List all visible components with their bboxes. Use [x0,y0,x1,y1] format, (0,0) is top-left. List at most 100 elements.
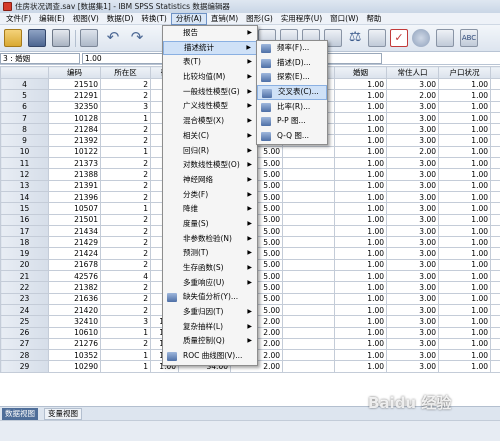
analyze-menu-item[interactable]: 生存函数(S) ▶ [163,261,257,276]
table-cell[interactable] [490,111,500,125]
table-cell[interactable] [490,134,500,147]
table-cell[interactable]: 1.00 [438,111,491,125]
table-cell[interactable]: 3.00 [386,303,439,317]
analyze-menu-item[interactable]: 描述统计 ▶ [163,40,257,56]
table-cell[interactable]: 2 [100,337,151,351]
table-cell[interactable]: 1.00 [438,270,491,283]
row-number[interactable]: 7 [0,111,49,125]
table-cell[interactable]: 10610 [48,326,101,339]
table-cell[interactable]: 1.00 [334,224,387,238]
show-all-variables-icon[interactable] [436,29,454,47]
table-cell[interactable]: 2 [100,292,151,305]
analyze-menu-item[interactable]: 一般线性模型(G) ▶ [163,85,257,100]
table-cell[interactable]: 1.00 [334,292,387,305]
table-cell[interactable]: 1 [100,111,151,125]
analyze-menu-item[interactable]: 报告 ▶ [163,26,257,41]
table-cell[interactable] [490,123,500,136]
table-cell[interactable]: 1.00 [334,134,387,147]
table-cell[interactable]: 3.00 [386,236,439,249]
value-labels-icon[interactable]: ✓ [390,29,408,47]
tab-data-view[interactable]: 数据视图 [2,408,38,420]
analyze-menu-item[interactable]: 度量(S) ▶ [163,217,257,232]
row-number[interactable]: 18 [0,236,49,249]
table-cell[interactable]: 1 [100,360,151,373]
analyze-menu-item[interactable]: 相关(C) ▶ [163,129,257,144]
tab-variable-view[interactable]: 变量视图 [44,408,82,420]
table-cell[interactable]: 21276 [48,337,101,351]
table-cell[interactable]: 1.00 [438,236,491,249]
table-cell[interactable]: 10128 [48,111,101,125]
row-number[interactable]: 8 [0,123,49,136]
analyze-menu-item[interactable]: 对数线性模型(O) ▶ [163,158,257,173]
table-cell[interactable]: 1.00 [334,315,387,328]
table-cell[interactable]: 1.00 [438,281,491,294]
table-cell[interactable]: 1.00 [334,168,387,181]
table-cell[interactable] [282,337,335,351]
table-cell[interactable]: 21424 [48,247,101,260]
table-cell[interactable]: 21396 [48,190,101,204]
table-cell[interactable]: 1 [100,349,151,362]
table-cell[interactable] [282,303,335,317]
table-cell[interactable]: 21434 [48,224,101,238]
table-cell[interactable] [490,270,500,283]
table-cell[interactable]: 1.00 [334,190,387,204]
table-cell[interactable] [490,292,500,305]
menu-help[interactable]: 帮助 [362,13,385,25]
table-cell[interactable]: 1.00 [334,123,387,136]
table-cell[interactable]: 21678 [48,258,101,272]
table-cell[interactable]: 1.00 [438,202,491,215]
analyze-menu-item[interactable]: 复杂抽样(L) ▶ [163,320,257,335]
table-cell[interactable] [490,236,500,249]
table-cell[interactable] [490,281,500,294]
table-cell[interactable]: 3.00 [386,157,439,170]
table-cell[interactable]: 3.00 [386,100,439,113]
row-number[interactable]: 17 [0,224,49,238]
table-cell[interactable] [282,202,335,215]
descriptive-menu-item[interactable]: 描述(D)... [257,56,327,71]
menu-graphs[interactable]: 图形(G) [242,13,277,25]
table-cell[interactable]: 21501 [48,213,101,226]
table-cell[interactable]: 1.00 [334,157,387,170]
analyze-menu-item[interactable]: 混合模型(X) ▶ [163,114,257,129]
table-cell[interactable] [490,303,500,317]
table-cell[interactable]: 2 [100,77,151,91]
table-cell[interactable]: 1.00 [334,360,387,373]
table-cell[interactable]: 1.00 [438,77,491,91]
descriptive-menu-item[interactable]: Q-Q 图... [257,129,327,144]
table-cell[interactable]: 2 [100,123,151,136]
analyze-menu-item[interactable]: ROC 曲线图(V)... [163,349,257,364]
descriptive-menu-item[interactable]: 探索(E)... [257,70,327,85]
descriptive-menu-item[interactable]: 交叉表(C)... [257,85,327,100]
table-cell[interactable]: 1.00 [438,292,491,305]
table-cell[interactable]: 1.00 [438,123,491,136]
table-cell[interactable]: 1.00 [438,349,491,362]
table-cell[interactable]: 21392 [48,134,101,147]
table-cell[interactable]: 1.00 [438,258,491,272]
table-cell[interactable]: 3.00 [386,247,439,260]
table-cell[interactable]: 3.00 [386,134,439,147]
table-cell[interactable] [282,213,335,226]
table-cell[interactable]: 2 [100,303,151,317]
table-cell[interactable] [490,326,500,339]
row-number[interactable]: 25 [0,315,49,328]
table-cell[interactable]: 3.00 [386,179,439,192]
table-cell[interactable]: 2 [100,224,151,238]
table-cell[interactable]: 3.00 [386,337,439,351]
row-number[interactable]: 26 [0,326,49,339]
table-cell[interactable]: 1.00 [334,89,387,102]
row-number[interactable]: 12 [0,168,49,181]
table-cell[interactable]: 3.00 [386,360,439,373]
menu-file[interactable]: 文件(F) [2,13,35,25]
table-cell[interactable] [282,168,335,181]
table-cell[interactable]: 1.00 [438,190,491,204]
dialog-recall-icon[interactable] [80,29,98,47]
table-cell[interactable]: 21382 [48,281,101,294]
row-number[interactable]: 24 [0,303,49,317]
table-cell[interactable]: 1.00 [334,145,387,159]
table-cell[interactable]: 2 [100,236,151,249]
table-cell[interactable] [282,179,335,192]
analyze-menu-item[interactable]: 缺失值分析(Y)... [163,290,257,305]
analyze-menu-item[interactable]: 多重响应(U) ▶ [163,276,257,291]
table-cell[interactable] [282,360,335,373]
table-cell[interactable]: 2 [100,157,151,170]
